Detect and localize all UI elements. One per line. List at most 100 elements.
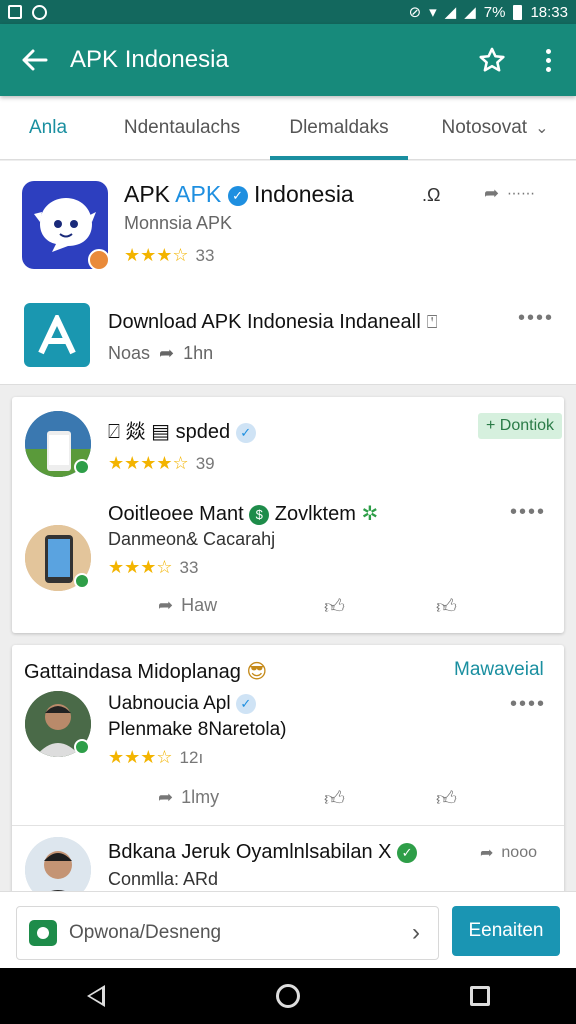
item-subtitle: Conmlla: ARd [108,869,219,889]
ghost-mascot-icon [34,198,96,252]
recommendation-card: Gattaindasa Midoplanag 😎︎ Mawaveial Uabn… [12,645,564,891]
item-title[interactable]: Uabnoucia Apl ✓ [108,693,256,715]
rating-stars: ★★★☆ [108,557,173,577]
download-app-icon[interactable] [24,303,90,367]
item-title-after: Zovlktem [274,503,356,525]
item-title-text: Bdkana Jeruk Oyamlnlsabilan X [108,841,392,863]
tab-bar: Anla Ndentaulachs Dlemaldaks Notosovat ⌄ [0,96,576,160]
letter-a-logo-icon [38,315,76,355]
verified-badge-icon: ✓ [235,693,256,714]
download-title-text: Download APK Indonesia Indanealǀ [108,311,422,333]
download-more-button[interactable]: •••• [518,307,554,330]
tab-notosovat[interactable]: Notosovat ⌄ [420,96,570,160]
overflow-menu-button[interactable] [520,24,576,96]
lock-icon: ⍞ [426,312,438,332]
back-button[interactable] [0,24,70,96]
page-title: APK Indonesia [70,46,229,73]
rating-count: 33 [179,557,199,577]
item-title[interactable]: ⍁ 燚 ▤ spded ✓ [108,415,256,444]
user-avatar[interactable] [25,837,91,891]
like-action[interactable]: 👍︎ [324,787,345,811]
see-more-link[interactable]: Mawaveial [454,659,544,681]
system-nav-bar [0,968,576,1024]
title-mark: .Ω [422,185,441,205]
app-list-card: ⍁ 燚 ▤ spded ✓ ★★★★☆ 39 + Dontiok Ooitleo… [12,397,564,633]
clock: 18:33 [530,3,568,21]
item-title-text: Uabnoucia Apl [108,693,231,714]
title-accent: APK [175,181,222,207]
thumbs-up-icon: 👍︎ [324,788,345,810]
share-icon: ➦ [159,343,175,363]
wifi-icon: ▾ [429,4,437,21]
item-title[interactable]: Ooitleoee Mant $ Zovlktem ✲ [108,501,378,526]
rating-count: 33 [195,245,215,265]
featured-app-icon[interactable] [22,181,110,271]
bottom-search-bar: Opwona/Desneng › Eenaiten [0,891,576,968]
update-badge-icon [88,249,110,271]
item-more-button[interactable]: •••• [510,501,546,524]
rating-count: 12ı [179,747,204,767]
favorite-button[interactable] [464,24,520,96]
section-header-text: Gattaindasa Midoplanag [24,661,241,683]
title-symbols: ⍁ 燚 ▤ [108,421,171,443]
like-action[interactable]: 👍︎ [324,595,345,619]
item-subtitle: Plenmake 8Naretola) [108,719,287,740]
section-header: Gattaindasa Midoplanag 😎︎ [24,659,267,684]
like-action-2[interactable]: 👍︎ [436,595,457,619]
item-more-button[interactable]: •••• [510,693,546,716]
emoji-icon: 😎︎ [246,661,268,683]
item-rating: ★★★★☆ 39 [108,453,215,474]
rating-stars: ★★★☆ [124,245,189,265]
plus-icon: + [486,417,496,434]
share-action[interactable]: ➦ 1lmy [158,787,219,808]
item-rating: ★★★☆ 33 [108,557,198,578]
item-subtitle: Danmeon& Cacarahj [108,529,276,549]
chevron-down-icon: ⌄ [535,120,549,137]
share-label: nooo [501,844,537,861]
verified-icon [74,739,90,755]
thumbs-up-icon: 👍︎ [324,596,345,618]
like-action-2[interactable]: 👍︎ [436,787,457,811]
camera-icon [29,920,57,946]
nav-home-button[interactable] [258,968,318,1024]
search-input[interactable]: Opwona/Desneng › [16,906,439,960]
nav-recents-button[interactable] [450,968,510,1024]
title-suffix: Indonesia [253,181,354,207]
tab-dlemaldaks[interactable]: Dlemaldaks [270,96,408,160]
triangle-back-icon [87,985,105,1007]
tab-ndentaulachs[interactable]: Ndentaulachs [96,96,268,160]
share-action[interactable]: ➦ Haw [158,595,217,616]
app-notification-icon [32,4,47,20]
share-action[interactable]: ➦ nooo [480,843,537,863]
gear-icon: ✲ [361,503,379,525]
share-icon: ➦ [484,183,500,203]
square-recents-icon [470,986,490,1006]
rating-stars: ★★★☆ [108,747,173,767]
featured-rating: ★★★☆ 33 [124,245,214,266]
more-vert-icon [545,48,551,72]
tab-anla[interactable]: Anla [0,96,96,160]
item-title[interactable]: Bdkana Jeruk Oyamlnlsabilan X ✓ [108,841,418,864]
share-icon: ➦ [480,845,494,862]
notification-icon [8,5,22,19]
featured-app-subtitle: Monnsia APK [124,213,233,233]
download-sub-right: 1hn [183,343,214,363]
thumbs-up-icon: 👍︎ [436,788,457,810]
primary-action-button[interactable]: Eenaiten [452,906,560,956]
battery-percent: 7% [483,3,506,21]
battery-icon [513,4,523,20]
item-title-text: Ooitleoee Mant [108,503,244,525]
share-icon: ➦ [158,787,174,807]
download-button[interactable]: + Dontiok [478,413,563,439]
rating-stars: ★★★★☆ [108,453,189,473]
verified-badge-icon: ✓ [397,842,418,863]
download-subtitle: Noas ➦ 1hn [108,343,213,364]
tab-label: Notosovat [441,117,528,138]
download-title[interactable]: Download APK Indonesia Indanealǀ ⍞ [108,311,438,334]
featured-app-title[interactable]: APK APK ✓ Indonesia [124,181,354,208]
nav-back-button[interactable] [66,968,126,1024]
mute-icon: ⊘ [408,4,422,21]
item-rating: ★★★☆ 12ı [108,747,203,768]
download-button-label: Dontiok [499,417,555,434]
featured-share-button[interactable]: ➦ ⋯⋯ [484,183,535,204]
